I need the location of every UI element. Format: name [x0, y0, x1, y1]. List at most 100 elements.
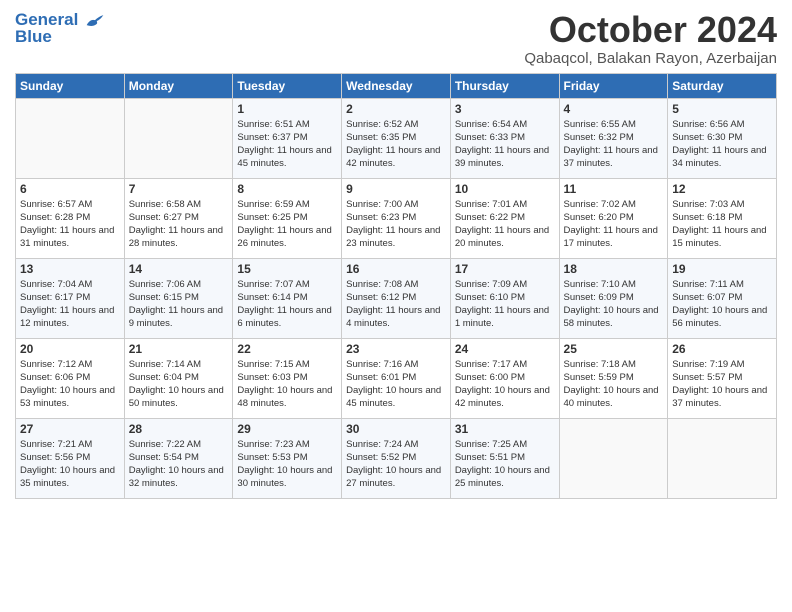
- header: General Blue October 2024 Qabaqcol, Bala…: [15, 10, 777, 67]
- day-cell: 22 Sunrise: 7:15 AMSunset: 6:03 PMDayligh…: [233, 338, 342, 418]
- day-cell: 25 Sunrise: 7:18 AMSunset: 5:59 PMDayligh…: [559, 338, 668, 418]
- week-row-2: 6 Sunrise: 6:57 AMSunset: 6:28 PMDaylight…: [16, 178, 777, 258]
- day-info: Sunrise: 7:24 AMSunset: 5:52 PMDaylight:…: [346, 438, 446, 491]
- day-number: 22: [237, 342, 337, 356]
- day-number: 7: [129, 182, 229, 196]
- day-cell: 15Sunrise: 7:07 AMSunset: 6:14 PMDayligh…: [233, 258, 342, 338]
- day-info: Sunrise: 7:17 AMSunset: 6:00 PMDaylight:…: [455, 358, 555, 411]
- day-number: 14: [129, 262, 229, 276]
- day-number: 26: [672, 342, 772, 356]
- week-row-3: 13 Sunrise: 7:04 AMSunset: 6:17 PMDayligh…: [16, 258, 777, 338]
- day-number: 30: [346, 422, 446, 436]
- day-cell: 5Sunrise: 6:56 AMSunset: 6:30 PMDaylight…: [668, 98, 777, 178]
- day-cell: 30 Sunrise: 7:24 AMSunset: 5:52 PMDayligh…: [342, 418, 451, 498]
- day-cell: 6 Sunrise: 6:57 AMSunset: 6:28 PMDaylight…: [16, 178, 125, 258]
- day-number: 6: [20, 182, 120, 196]
- day-info: Sunrise: 7:10 AMSunset: 6:09 PMDaylight:…: [564, 278, 664, 331]
- day-number: 28: [129, 422, 229, 436]
- day-info: Sunrise: 7:15 AMSunset: 6:03 PMDaylight:…: [237, 358, 337, 411]
- day-number: 11: [564, 182, 664, 196]
- day-cell: [16, 98, 125, 178]
- day-number: 23: [346, 342, 446, 356]
- day-number: 16: [346, 262, 446, 276]
- week-row-5: 27Sunrise: 7:21 AMSunset: 5:56 PMDayligh…: [16, 418, 777, 498]
- day-info: Sunrise: 7:18 AMSunset: 5:59 PMDaylight:…: [564, 358, 664, 411]
- day-cell: 31 Sunrise: 7:25 AMSunset: 5:51 PMDayligh…: [450, 418, 559, 498]
- day-info: Sunrise: 7:23 AMSunset: 5:53 PMDaylight:…: [237, 438, 337, 491]
- day-info: Sunrise: 6:52 AMSunset: 6:35 PMDaylight:…: [346, 118, 446, 171]
- logo-bird-icon: [85, 13, 105, 29]
- day-number: 24: [455, 342, 555, 356]
- day-number: 18: [564, 262, 664, 276]
- day-cell: 23 Sunrise: 7:16 AMSunset: 6:01 PMDayligh…: [342, 338, 451, 418]
- day-info: Sunrise: 7:19 AMSunset: 5:57 PMDaylight:…: [672, 358, 772, 411]
- day-info: Sunrise: 7:08 AMSunset: 6:12 PMDaylight:…: [346, 278, 446, 331]
- day-number: 17: [455, 262, 555, 276]
- day-cell: 16 Sunrise: 7:08 AMSunset: 6:12 PMDayligh…: [342, 258, 451, 338]
- header-monday: Monday: [124, 73, 233, 98]
- day-number: 4: [564, 102, 664, 116]
- day-cell: 10 Sunrise: 7:01 AMSunset: 6:22 PMDayligh…: [450, 178, 559, 258]
- day-info: Sunrise: 6:59 AMSunset: 6:25 PMDaylight:…: [237, 198, 337, 251]
- day-number: 31: [455, 422, 555, 436]
- day-cell: 11 Sunrise: 7:02 AMSunset: 6:20 PMDayligh…: [559, 178, 668, 258]
- week-row-1: 1Sunrise: 6:51 AMSunset: 6:37 PMDaylight…: [16, 98, 777, 178]
- day-number: 27: [20, 422, 120, 436]
- day-info: Sunrise: 7:00 AMSunset: 6:23 PMDaylight:…: [346, 198, 446, 251]
- header-row: SundayMondayTuesdayWednesdayThursdayFrid…: [16, 73, 777, 98]
- day-number: 10: [455, 182, 555, 196]
- day-cell: 8 Sunrise: 6:59 AMSunset: 6:25 PMDaylight…: [233, 178, 342, 258]
- day-info: Sunrise: 6:54 AMSunset: 6:33 PMDaylight:…: [455, 118, 555, 171]
- day-cell: 20Sunrise: 7:12 AMSunset: 6:06 PMDayligh…: [16, 338, 125, 418]
- day-info: Sunrise: 7:02 AMSunset: 6:20 PMDaylight:…: [564, 198, 664, 251]
- day-info: Sunrise: 7:14 AMSunset: 6:04 PMDaylight:…: [129, 358, 229, 411]
- day-number: 20: [20, 342, 120, 356]
- header-thursday: Thursday: [450, 73, 559, 98]
- header-wednesday: Wednesday: [342, 73, 451, 98]
- day-cell: 24 Sunrise: 7:17 AMSunset: 6:00 PMDayligh…: [450, 338, 559, 418]
- day-number: 29: [237, 422, 337, 436]
- day-number: 15: [237, 262, 337, 276]
- day-cell: 21 Sunrise: 7:14 AMSunset: 6:04 PMDayligh…: [124, 338, 233, 418]
- day-cell: 4 Sunrise: 6:55 AMSunset: 6:32 PMDaylight…: [559, 98, 668, 178]
- month-title: October 2024: [524, 10, 777, 50]
- day-number: 8: [237, 182, 337, 196]
- day-info: Sunrise: 7:09 AMSunset: 6:10 PMDaylight:…: [455, 278, 555, 331]
- day-cell: 1Sunrise: 6:51 AMSunset: 6:37 PMDaylight…: [233, 98, 342, 178]
- day-cell: 18 Sunrise: 7:10 AMSunset: 6:09 PMDayligh…: [559, 258, 668, 338]
- day-cell: 9Sunrise: 7:00 AMSunset: 6:23 PMDaylight…: [342, 178, 451, 258]
- day-info: Sunrise: 7:06 AMSunset: 6:15 PMDaylight:…: [129, 278, 229, 331]
- header-saturday: Saturday: [668, 73, 777, 98]
- day-info: Sunrise: 7:03 AMSunset: 6:18 PMDaylight:…: [672, 198, 772, 251]
- title-area: October 2024 Qabaqcol, Balakan Rayon, Az…: [524, 10, 777, 67]
- header-sunday: Sunday: [16, 73, 125, 98]
- day-cell: 28Sunrise: 7:22 AMSunset: 5:54 PMDayligh…: [124, 418, 233, 498]
- day-number: 19: [672, 262, 772, 276]
- day-info: Sunrise: 7:16 AMSunset: 6:01 PMDaylight:…: [346, 358, 446, 411]
- day-cell: 29 Sunrise: 7:23 AMSunset: 5:53 PMDayligh…: [233, 418, 342, 498]
- day-info: Sunrise: 6:57 AMSunset: 6:28 PMDaylight:…: [20, 198, 120, 251]
- day-info: Sunrise: 7:01 AMSunset: 6:22 PMDaylight:…: [455, 198, 555, 251]
- location-subtitle: Qabaqcol, Balakan Rayon, Azerbaijan: [524, 50, 777, 67]
- day-number: 25: [564, 342, 664, 356]
- day-cell: 17 Sunrise: 7:09 AMSunset: 6:10 PMDayligh…: [450, 258, 559, 338]
- day-number: 21: [129, 342, 229, 356]
- day-info: Sunrise: 7:04 AMSunset: 6:17 PMDaylight:…: [20, 278, 120, 331]
- day-number: 3: [455, 102, 555, 116]
- day-number: 13: [20, 262, 120, 276]
- day-cell: 3 Sunrise: 6:54 AMSunset: 6:33 PMDaylight…: [450, 98, 559, 178]
- day-cell: 19Sunrise: 7:11 AMSunset: 6:07 PMDayligh…: [668, 258, 777, 338]
- day-cell: 14 Sunrise: 7:06 AMSunset: 6:15 PMDayligh…: [124, 258, 233, 338]
- week-row-4: 20Sunrise: 7:12 AMSunset: 6:06 PMDayligh…: [16, 338, 777, 418]
- day-number: 1: [237, 102, 337, 116]
- day-number: 12: [672, 182, 772, 196]
- calendar-table: SundayMondayTuesdayWednesdayThursdayFrid…: [15, 73, 777, 499]
- day-number: 2: [346, 102, 446, 116]
- day-info: Sunrise: 6:56 AMSunset: 6:30 PMDaylight:…: [672, 118, 772, 171]
- logo-blue: Blue: [15, 27, 52, 47]
- day-cell: 27Sunrise: 7:21 AMSunset: 5:56 PMDayligh…: [16, 418, 125, 498]
- day-info: Sunrise: 6:55 AMSunset: 6:32 PMDaylight:…: [564, 118, 664, 171]
- day-info: Sunrise: 7:25 AMSunset: 5:51 PMDaylight:…: [455, 438, 555, 491]
- header-friday: Friday: [559, 73, 668, 98]
- day-cell: 26 Sunrise: 7:19 AMSunset: 5:57 PMDayligh…: [668, 338, 777, 418]
